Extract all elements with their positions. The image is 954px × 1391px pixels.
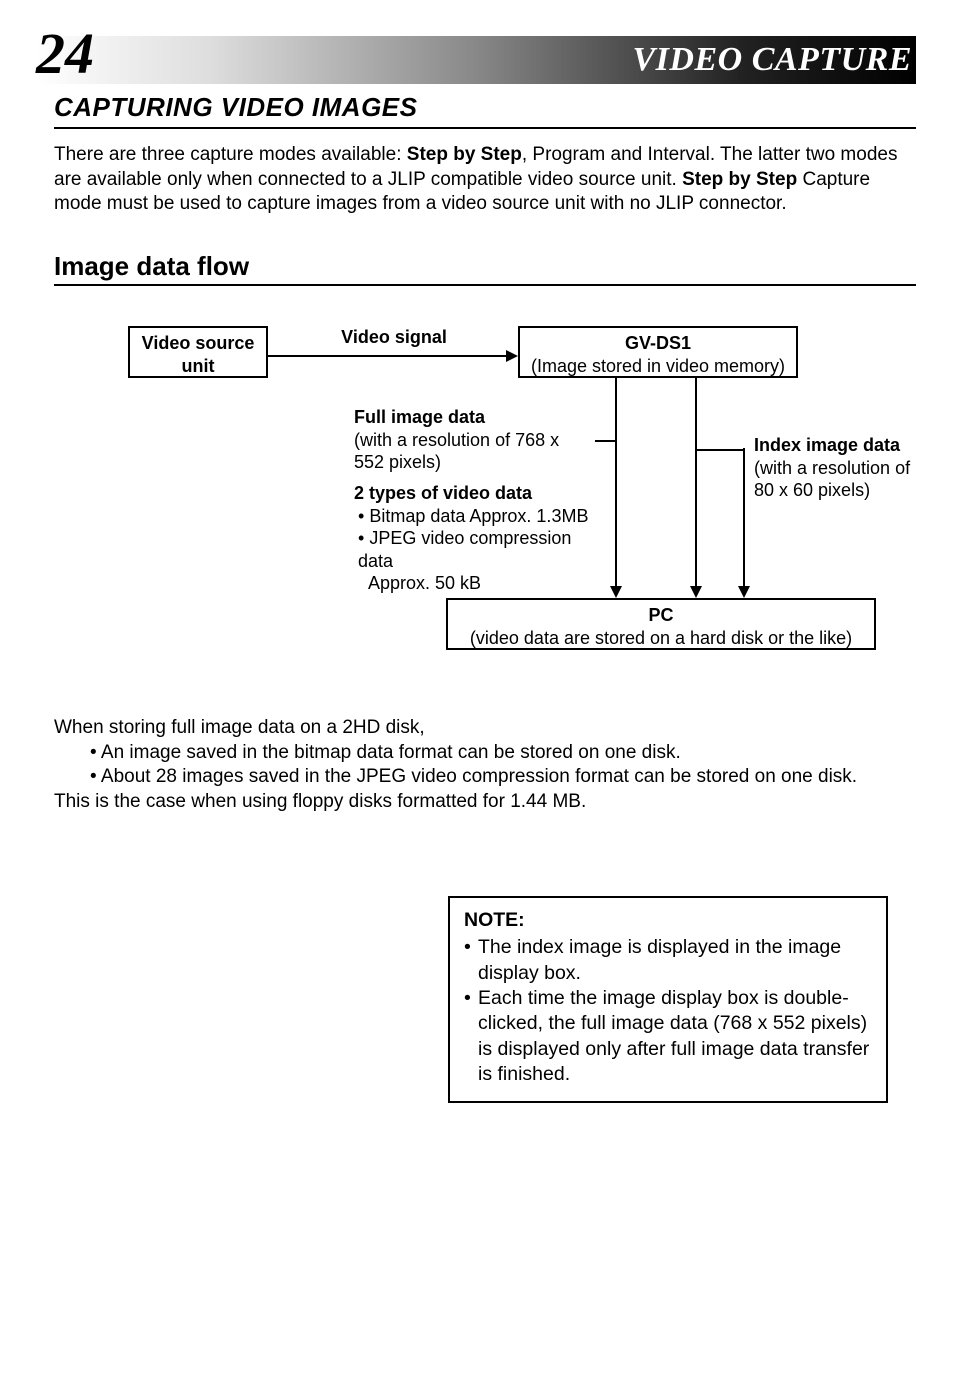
storage-b2-text: About 28 images saved in the JPEG video … xyxy=(101,766,857,787)
note-box: NOTE: The index image is displayed in th… xyxy=(448,896,888,1103)
box-pc: PC (video data are stored on a hard disk… xyxy=(446,598,876,650)
note-item-1: The index image is displayed in the imag… xyxy=(464,935,872,986)
label-full-h: Full image data xyxy=(354,406,594,429)
line-index-down xyxy=(742,448,746,598)
label-types-b2: JPEG video compression data xyxy=(358,528,571,571)
note-title: NOTE: xyxy=(464,908,872,933)
page-header: 24 VIDEO CAPTURE xyxy=(36,36,916,84)
label-pc-1: PC xyxy=(454,604,868,627)
label-pc-2: (video data are stored on a hard disk or… xyxy=(454,627,868,650)
label-index-s1: (with a resolution of xyxy=(754,457,934,480)
label-index: Index image data (with a resolution of 8… xyxy=(754,434,934,502)
box-gv-ds1: GV-DS1 (Image stored in video memory) xyxy=(518,326,798,378)
storage-b1-text: An image saved in the bitmap data format… xyxy=(101,742,681,763)
label-types-h: 2 types of video data xyxy=(354,482,594,505)
subheader: CAPTURING VIDEO IMAGES xyxy=(54,92,916,129)
storage-paragraph: When storing full image data on a 2HD di… xyxy=(54,716,916,815)
storage-p2: This is the case when using floppy disks… xyxy=(54,790,916,815)
subheader-title: CAPTURING VIDEO IMAGES xyxy=(54,92,916,123)
line-gv-down-right xyxy=(694,378,698,598)
line-gv-to-index xyxy=(696,448,744,452)
intro-paragraph: There are three capture modes available:… xyxy=(54,143,916,217)
label-index-s2: 80 x 60 pixels) xyxy=(754,479,934,502)
label-types-b2c: Approx. 50 kB xyxy=(354,572,594,595)
intro-bold-1: Step by Step xyxy=(407,144,522,165)
flow-diagram: Video source unit Video signal GV-DS1 (I… xyxy=(54,326,916,656)
note-item-2: Each time the image display box is doubl… xyxy=(464,986,872,1087)
box-video-source: Video source unit xyxy=(128,326,268,378)
intro-bold-2: Step by Step xyxy=(682,169,797,190)
header-title: VIDEO CAPTURE xyxy=(633,41,917,79)
label-index-h: Index image data xyxy=(754,434,934,457)
label-gv-2: (Image stored in video memory) xyxy=(526,355,790,378)
storage-b2: About 28 images saved in the JPEG video … xyxy=(90,765,916,790)
label-source-2: unit xyxy=(136,355,260,378)
label-full-image: Full image data (with a resolution of 76… xyxy=(354,406,594,474)
label-source-1: Video source xyxy=(136,332,260,355)
storage-b1: An image saved in the bitmap data format… xyxy=(90,741,916,766)
line-gv-down-left xyxy=(614,378,618,598)
section-title: Image data flow xyxy=(54,251,916,286)
arrow-source-to-gv xyxy=(268,350,518,362)
bracket-full xyxy=(595,412,615,470)
label-types-b1: Bitmap data Approx. 1.3MB xyxy=(369,506,588,526)
label-types: 2 types of video data • Bitmap data Appr… xyxy=(354,482,594,595)
intro-text: There are three capture modes available: xyxy=(54,144,407,165)
storage-p1: When storing full image data on a 2HD di… xyxy=(54,716,916,741)
label-full-sub: (with a resolution of 768 x 552 pixels) xyxy=(354,429,594,474)
label-gv-1: GV-DS1 xyxy=(526,332,790,355)
page-number: 24 xyxy=(36,20,94,87)
label-video-signal: Video signal xyxy=(334,326,454,349)
